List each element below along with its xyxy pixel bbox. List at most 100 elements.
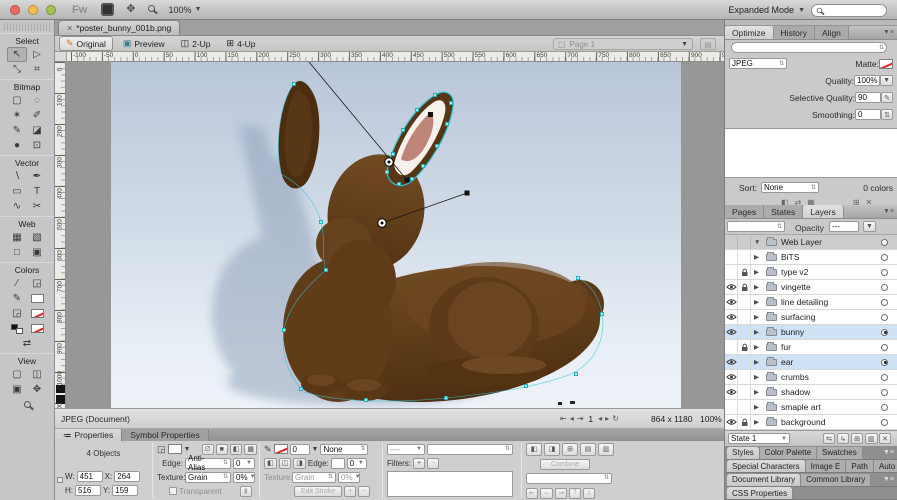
- hand-tool[interactable]: ✥: [27, 382, 47, 397]
- layer-visibility-toggle[interactable]: [725, 325, 738, 339]
- smoothing-field[interactable]: 0: [855, 109, 881, 120]
- layer-select-radio[interactable]: [881, 314, 888, 321]
- filters-list[interactable]: [387, 471, 513, 497]
- layer-select-radio[interactable]: [881, 419, 888, 426]
- fill-edge-amount[interactable]: 0▼: [233, 458, 255, 469]
- no-color-tool[interactable]: [27, 321, 47, 336]
- color-table[interactable]: [725, 128, 897, 178]
- layer-row-web-layer[interactable]: ▼ Web Layer: [725, 235, 897, 250]
- layer-row-fur[interactable]: ▶ fur: [725, 340, 897, 355]
- zoom-tool[interactable]: [17, 397, 37, 412]
- play-button[interactable]: ▸: [605, 414, 609, 423]
- layer-select-radio[interactable]: [881, 284, 888, 291]
- stroke-minus-button[interactable]: −: [358, 486, 370, 497]
- layer-row-background[interactable]: ▶background: [725, 415, 897, 430]
- layer-lock-toggle[interactable]: [738, 370, 751, 384]
- tab-symbol-properties[interactable]: Symbol Properties: [122, 429, 208, 441]
- opacity-slider-button[interactable]: ▼: [863, 221, 876, 232]
- stroke-tip-size[interactable]: 0: [290, 444, 310, 455]
- fill-pattern-button[interactable]: ▦: [244, 444, 257, 455]
- tab-history[interactable]: History: [774, 26, 815, 39]
- punch-button[interactable]: ▥: [598, 443, 614, 456]
- tab-color-palette[interactable]: Color Palette: [760, 447, 817, 459]
- layer-lock-toggle[interactable]: [738, 265, 751, 279]
- fill-edge-select[interactable]: Anti-Alias⇅: [185, 458, 231, 469]
- line-tool[interactable]: ∖: [7, 169, 27, 184]
- tab-swatches[interactable]: Swatches: [817, 447, 863, 459]
- layer-lock-toggle[interactable]: [738, 295, 751, 309]
- layer-name[interactable]: ear: [781, 357, 881, 367]
- layer-name[interactable]: surfacing: [781, 312, 881, 322]
- smoothing-stepper[interactable]: ⇅: [881, 109, 893, 120]
- search-input[interactable]: [826, 6, 876, 15]
- layer-expand-icon[interactable]: ▶: [754, 283, 766, 291]
- saved-settings-select[interactable]: ⇅: [731, 42, 887, 53]
- layer-name[interactable]: Web Layer: [781, 237, 881, 247]
- stroke-edge-amount[interactable]: 0▼: [347, 458, 367, 469]
- layer-select-radio[interactable]: [881, 269, 888, 276]
- tab-auto-shi[interactable]: Auto Shi: [874, 460, 897, 472]
- tab-pages[interactable]: Pages: [725, 205, 764, 218]
- panel-menu-icon[interactable]: ▼≡: [883, 29, 894, 36]
- layer-row-shadow[interactable]: ▶shadow: [725, 385, 897, 400]
- eraser-tool[interactable]: ◪: [27, 123, 47, 138]
- duplicate-layer-button[interactable]: ⊞: [851, 433, 863, 444]
- magic-wand-tool[interactable]: ✶: [7, 108, 27, 123]
- layer-expand-icon[interactable]: ▼: [754, 239, 766, 246]
- pointer-tool[interactable]: ↖: [7, 47, 27, 62]
- opacity-field[interactable]: ---: [829, 221, 859, 232]
- layer-name[interactable]: smaple art: [781, 402, 881, 412]
- tab-preview[interactable]: ▣ Preview: [117, 37, 171, 50]
- align-right-button[interactable]: ⇥: [555, 488, 567, 499]
- matte-color-swatch[interactable]: [879, 59, 893, 69]
- layer-lock-toggle[interactable]: [738, 325, 751, 339]
- layer-visibility-toggle[interactable]: [725, 280, 738, 294]
- scale-tool[interactable]: ⤡: [7, 62, 27, 77]
- stroke-plus-button[interactable]: +: [344, 486, 356, 497]
- fill-color-swatch[interactable]: [168, 444, 182, 454]
- layer-select-radio[interactable]: [881, 389, 888, 396]
- layer-select-radio[interactable]: [881, 374, 888, 381]
- page-selector[interactable]: ▢ Page 1 ▼: [553, 38, 693, 50]
- layer-lock-toggle[interactable]: [738, 400, 751, 414]
- layer-visibility-toggle[interactable]: [725, 235, 738, 249]
- stroke-color-tool[interactable]: ✎: [7, 291, 27, 306]
- align-left-button[interactable]: ⇤: [526, 488, 538, 499]
- blur-tool[interactable]: ●: [7, 138, 27, 153]
- layer-expand-icon[interactable]: ▶: [754, 343, 766, 351]
- layer-expand-icon[interactable]: ▶: [754, 253, 766, 261]
- layer-visibility-toggle[interactable]: [725, 265, 738, 279]
- layer-expand-icon[interactable]: ▶: [754, 328, 766, 336]
- layer-visibility-toggle[interactable]: [725, 310, 738, 324]
- state-select[interactable]: State 1▼: [728, 433, 790, 444]
- layer-name[interactable]: fur: [781, 342, 881, 352]
- layer-name[interactable]: bunny: [781, 327, 881, 337]
- crop-tool[interactable]: ⌗: [27, 62, 47, 77]
- layer-select-radio[interactable]: [881, 299, 888, 306]
- fill-texture-select[interactable]: Grain⇅: [185, 472, 231, 483]
- tab-optimize[interactable]: Optimize: [725, 26, 774, 39]
- hand-tool-icon[interactable]: ✥: [126, 4, 135, 15]
- panel-menu-icon[interactable]: ▼≡: [883, 208, 894, 215]
- layer-row-vingette[interactable]: ▶vingette: [725, 280, 897, 295]
- layer-expand-icon[interactable]: ▶: [754, 388, 766, 396]
- pen-tool[interactable]: ✒: [27, 169, 47, 184]
- stroke-color-swatch[interactable]: [274, 444, 288, 454]
- full-screen-with-menus-mode-tool[interactable]: ◫: [27, 367, 47, 382]
- zoom-level-select[interactable]: 100% ▼: [169, 5, 202, 15]
- default-colors-tool[interactable]: [7, 321, 27, 336]
- remove-filter-button[interactable]: −: [427, 458, 439, 469]
- layer-visibility-toggle[interactable]: [725, 295, 738, 309]
- first-state-button[interactable]: ⇤: [560, 414, 567, 423]
- layer-select-radio[interactable]: [881, 239, 888, 246]
- close-window-button[interactable]: [10, 5, 20, 15]
- tab-4up[interactable]: ⊞ 4-Up: [221, 37, 262, 50]
- layer-lock-toggle[interactable]: [738, 340, 751, 354]
- fill-none-button[interactable]: ∅: [202, 444, 214, 455]
- height-field[interactable]: 516: [75, 485, 101, 496]
- layer-visibility-toggle[interactable]: [725, 400, 738, 414]
- transparent-checkbox[interactable]: [169, 487, 177, 495]
- union-button[interactable]: ◧: [526, 443, 542, 456]
- tab-states[interactable]: States: [764, 205, 803, 218]
- hide-slices-tool[interactable]: □: [7, 245, 27, 260]
